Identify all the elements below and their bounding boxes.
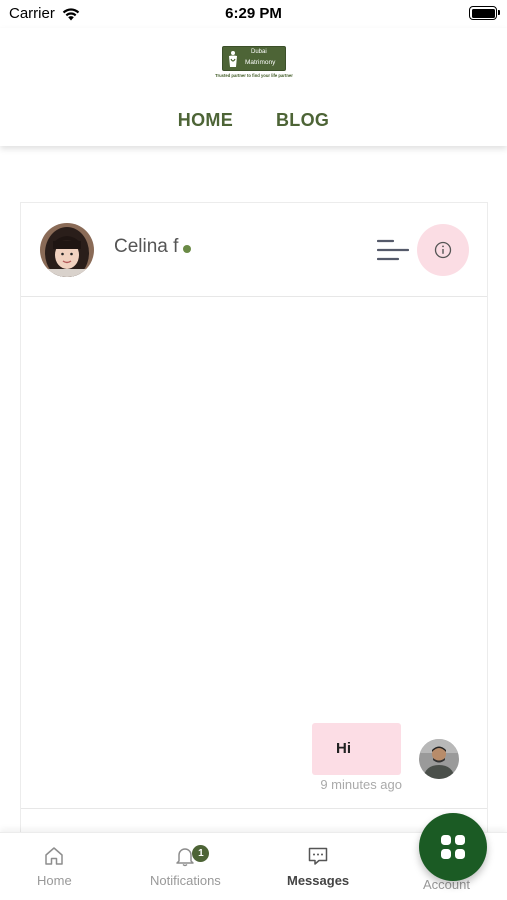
message-timestamp: 9 minutes ago (320, 777, 402, 792)
my-avatar-image (419, 739, 459, 779)
top-nav: HOME BLOG (0, 110, 507, 131)
contact-name: Celina f (114, 236, 179, 257)
contact-name-group: Celina f (114, 236, 192, 258)
tab-home-label: Home (37, 873, 72, 888)
online-status-dot (183, 244, 192, 253)
menu-icon[interactable] (377, 237, 409, 263)
info-icon (434, 241, 452, 259)
logo-name-line2: Matrimony (245, 59, 276, 66)
chat-card: Celina f Hi 9 minutes ago (20, 202, 488, 862)
status-bar: Carrier 6:29 PM (0, 0, 507, 28)
tab-home[interactable]: Home (37, 845, 72, 888)
composer-divider (21, 808, 487, 809)
contact-avatar-image (40, 223, 94, 277)
message-list[interactable]: Hi 9 minutes ago (21, 298, 487, 808)
tab-messages-label: Messages (287, 873, 350, 888)
message-text: Hi (336, 740, 351, 757)
chat-header: Celina f (21, 203, 487, 297)
tab-notifications-label: Notifications (150, 873, 221, 888)
my-avatar (419, 739, 459, 779)
nav-blog-link[interactable]: BLOG (276, 110, 329, 131)
logo-tagline: Trusted partner to find your life partne… (215, 73, 293, 78)
logo-name-line1: Dubai (251, 49, 267, 55)
logo[interactable]: Dubai Matrimony Trusted partner to find … (206, 44, 302, 84)
battery-cap (498, 10, 500, 15)
battery-icon (469, 6, 500, 20)
notification-badge: 1 (192, 845, 210, 862)
bell-icon-wrap: 1 (174, 845, 210, 867)
home-icon (45, 847, 64, 865)
message-bubble: Hi (312, 723, 401, 775)
grid-icon (441, 835, 465, 859)
fab-menu-button[interactable] (419, 813, 487, 881)
battery-fill (471, 8, 495, 18)
screen: Carrier 6:29 PM Dubai Matrimony Trusted … (0, 0, 507, 900)
tab-messages[interactable]: Messages (287, 845, 349, 888)
app-header: Dubai Matrimony Trusted partner to find … (0, 28, 507, 146)
contact-avatar[interactable] (40, 223, 94, 277)
nav-home-link[interactable]: HOME (178, 110, 233, 131)
status-time: 6:29 PM (225, 5, 282, 22)
logo-mark-icon (229, 51, 237, 67)
message-icon (308, 847, 328, 865)
tab-notifications[interactable]: 1 Notifications (150, 845, 221, 888)
logo-box: Dubai Matrimony (222, 46, 286, 71)
info-button[interactable] (417, 224, 469, 276)
